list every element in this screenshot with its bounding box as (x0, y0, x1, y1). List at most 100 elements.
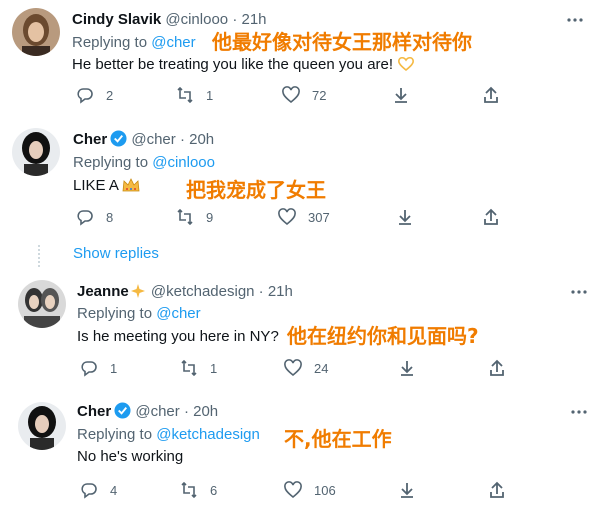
handle[interactable]: @ketchadesign (151, 283, 255, 300)
tweet[interactable]: Jeanne @ketchadesign · 21h Replying to @… (0, 272, 600, 390)
translation-annotation: 不,他在工作 (284, 427, 392, 451)
upload-button[interactable] (488, 358, 506, 378)
thread-connector (38, 245, 40, 267)
share-button[interactable] (398, 480, 416, 500)
replying-label: Replying to (77, 305, 157, 322)
avatar[interactable] (18, 280, 66, 328)
separator: · (183, 403, 189, 420)
avatar-image (12, 128, 60, 176)
retweet-count: 1 (210, 360, 218, 376)
upload-button[interactable] (488, 480, 506, 500)
timestamp[interactable]: 20h (193, 403, 218, 420)
tweet[interactable]: Cher @cher · 20h Replying to @ketchadesi… (0, 390, 600, 520)
handle[interactable]: @cher (135, 403, 179, 420)
retweet-button[interactable]: 9 (176, 207, 213, 227)
upload-icon (490, 359, 504, 376)
timestamp[interactable]: 21h (241, 11, 266, 28)
tweet[interactable]: Cindy Slavik @cinlooo · 21h Replying to … (0, 0, 600, 118)
upload-button[interactable] (482, 85, 500, 105)
translation-annotation: 他在纽约你和见面吗? (287, 324, 479, 348)
crown-icon (122, 178, 140, 192)
avatar-image (18, 280, 66, 328)
avatar[interactable] (18, 402, 66, 450)
display-name[interactable]: Cindy Slavik (72, 11, 161, 28)
retweet-icon (181, 481, 197, 499)
like-count: 106 (314, 482, 336, 498)
upload-icon (484, 86, 498, 103)
verified-badge-icon (114, 402, 131, 419)
like-icon (284, 359, 302, 377)
display-name[interactable]: Cher (73, 131, 107, 148)
like-button[interactable]: 106 (284, 480, 336, 500)
share-button[interactable] (398, 358, 416, 378)
upload-icon (484, 208, 498, 225)
reply-button[interactable]: 1 (80, 358, 117, 378)
sparkle-star-icon (130, 284, 145, 298)
tweet[interactable]: Cher @cher · 20h Replying to @cinlooo LI… (0, 118, 600, 236)
like-button[interactable]: 307 (278, 207, 330, 227)
translation-annotation: 他最好像对待女王那样对待你 (212, 30, 472, 54)
avatar-image (12, 8, 60, 56)
retweet-button[interactable]: 1 (180, 358, 217, 378)
heart-hands-icon (398, 56, 415, 72)
download-icon (395, 88, 407, 103)
show-replies-link[interactable]: Show replies (73, 245, 159, 262)
download-icon (401, 483, 413, 498)
replying-label: Replying to (73, 154, 153, 171)
retweet-icon (177, 208, 193, 226)
avatar[interactable] (12, 8, 60, 56)
more-options-icon[interactable] (566, 11, 584, 29)
separator: · (179, 131, 185, 148)
replying-mention[interactable]: @cinlooo (152, 154, 215, 171)
display-name[interactable]: Cher (77, 403, 111, 420)
reply-icon (77, 88, 93, 104)
like-icon (284, 481, 302, 499)
replying-label: Replying to (72, 34, 152, 51)
replying-mention[interactable]: @ketchadesign (156, 426, 260, 443)
reply-count: 4 (110, 482, 118, 498)
handle[interactable]: @cinlooo (165, 11, 228, 28)
reply-icon (81, 483, 97, 499)
reply-count: 1 (110, 360, 118, 376)
reply-button[interactable]: 8 (76, 207, 113, 227)
upload-icon (490, 481, 504, 498)
handle[interactable]: @cher (131, 131, 175, 148)
tweet-text: LIKE A (73, 177, 119, 194)
replying-label: Replying to (77, 426, 157, 443)
download-icon (399, 210, 411, 225)
reply-icon (81, 361, 97, 377)
retweet-count: 6 (210, 482, 218, 498)
reply-icon (77, 210, 93, 226)
upload-button[interactable] (482, 207, 500, 227)
retweet-button[interactable]: 1 (176, 85, 213, 105)
timestamp[interactable]: 20h (189, 131, 214, 148)
like-icon (278, 208, 296, 226)
like-count: 72 (312, 87, 327, 103)
display-name[interactable]: Jeanne (77, 283, 129, 300)
reply-count: 2 (106, 87, 114, 103)
retweet-icon (177, 86, 193, 104)
tweet-text: He better be treating you like the queen… (72, 56, 394, 73)
avatar[interactable] (12, 128, 60, 176)
replying-mention[interactable]: @cher (156, 305, 200, 322)
share-button[interactable] (392, 85, 410, 105)
more-options-icon[interactable] (570, 283, 588, 301)
verified-badge-icon (110, 130, 127, 147)
reply-count: 8 (106, 209, 114, 225)
like-button[interactable]: 24 (284, 358, 328, 378)
retweet-count: 1 (206, 87, 214, 103)
like-button[interactable]: 72 (282, 85, 326, 105)
more-options-icon[interactable] (570, 403, 588, 421)
share-button[interactable] (396, 207, 414, 227)
retweet-button[interactable]: 6 (180, 480, 217, 500)
translation-annotation: 把我宠成了女王 (186, 178, 326, 202)
retweet-icon (181, 359, 197, 377)
like-count: 24 (314, 360, 329, 376)
separator: · (258, 283, 264, 300)
timestamp[interactable]: 21h (268, 283, 293, 300)
tweet-text: No he's working (77, 448, 184, 465)
reply-button[interactable]: 4 (80, 480, 117, 500)
download-icon (401, 361, 413, 376)
replying-mention[interactable]: @cher (151, 34, 195, 51)
reply-button[interactable]: 2 (76, 85, 113, 105)
